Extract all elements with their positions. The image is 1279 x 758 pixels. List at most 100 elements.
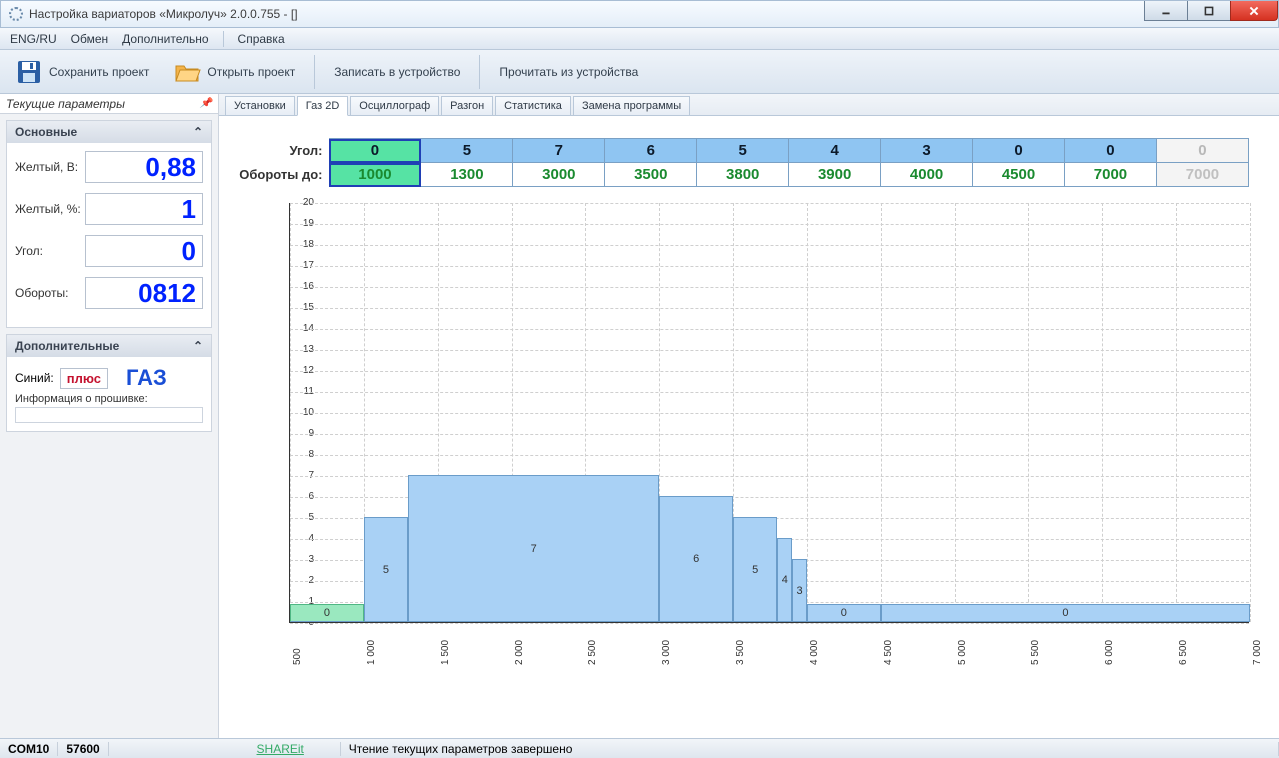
grid-angle-cell[interactable]: 7	[513, 139, 605, 163]
chart-bar: 6	[659, 496, 733, 622]
save-project-button[interactable]: Сохранить проект	[6, 53, 158, 91]
pin-icon[interactable]: 📌	[200, 98, 212, 109]
grid-rpm-cell[interactable]: 1300	[421, 163, 513, 187]
menu-exchange[interactable]: Обмен	[71, 32, 109, 46]
angle-value: 0	[85, 235, 203, 267]
status-com: COM10	[0, 742, 58, 756]
menu-lang[interactable]: ENG/RU	[10, 32, 57, 46]
grid-rpm-label: Обороты до:	[233, 163, 329, 187]
status-message: Чтение текущих параметров завершено	[341, 742, 1279, 756]
write-device-button[interactable]: Записать в устройство	[325, 60, 469, 84]
section-extra-header[interactable]: Дополнительные ⌃	[7, 335, 211, 357]
chart: 01234567891011121314151617181920 0576543…	[289, 203, 1249, 623]
data-grid-table[interactable]: Угол:0576543000Обороты до:10001300300035…	[233, 138, 1249, 187]
grid-rpm-cell[interactable]: 3900	[789, 163, 881, 187]
grid-angle-cell[interactable]: 0	[1065, 139, 1157, 163]
grid-angle-cell[interactable]: 0	[1156, 139, 1248, 163]
grid-angle-cell[interactable]: 5	[697, 139, 789, 163]
chart-bar: 7	[408, 475, 659, 622]
tab-Осциллограф[interactable]: Осциллограф	[350, 96, 439, 115]
blue-value: плюс	[60, 368, 108, 389]
param-yellow-pct: Желтый, %: 1	[15, 193, 203, 225]
grid-rpm-cell[interactable]: 3500	[605, 163, 697, 187]
menubar: ENG/RU Обмен Дополнительно Справка	[0, 28, 1279, 50]
grid-angle-cell[interactable]: 5	[421, 139, 513, 163]
folder-icon	[173, 58, 201, 86]
collapse-icon: ⌃	[193, 339, 203, 353]
read-device-button[interactable]: Прочитать из устройства	[490, 60, 647, 84]
tab-Замена программы[interactable]: Замена программы	[573, 96, 690, 115]
open-project-button[interactable]: Открыть проект	[164, 53, 304, 91]
firmware-info-value	[15, 407, 203, 423]
section-main-title: Основные	[15, 125, 77, 139]
window-title: Настройка вариаторов «Микролуч» 2.0.0.75…	[29, 7, 298, 21]
sidebar: Текущие параметры 📌 Основные ⌃ Желтый, В…	[0, 94, 219, 738]
yellow-pct-value: 1	[85, 193, 203, 225]
status-shareit[interactable]: SHAREit	[221, 742, 341, 756]
chart-bar: 0	[290, 604, 364, 622]
angle-label: Угол:	[15, 244, 83, 258]
grid-angle-cell[interactable]: 0	[973, 139, 1065, 163]
main-area: УстановкиГаз 2DОсциллографРазгонСтатисти…	[219, 94, 1279, 738]
chart-bar: 4	[777, 538, 792, 622]
close-button[interactable]	[1230, 1, 1278, 21]
chart-bar: 5	[364, 517, 408, 622]
grid-angle-cell[interactable]: 6	[605, 139, 697, 163]
open-project-label: Открыть проект	[207, 65, 295, 79]
chart-bar: 0	[807, 604, 881, 622]
app-icon	[9, 7, 23, 21]
save-project-label: Сохранить проект	[49, 65, 149, 79]
menu-help[interactable]: Справка	[238, 32, 285, 46]
firmware-info-label: Информация о прошивке:	[15, 393, 203, 405]
toolbar: Сохранить проект Открыть проект Записать…	[0, 50, 1279, 94]
sidebar-title-label: Текущие параметры	[6, 97, 125, 111]
window-titlebar: Настройка вариаторов «Микролуч» 2.0.0.75…	[0, 0, 1279, 28]
grid-rpm-cell[interactable]: 3800	[697, 163, 789, 187]
blue-label: Синий:	[15, 371, 54, 385]
grid-angle-cell[interactable]: 0	[329, 139, 421, 163]
yellow-pct-label: Желтый, %:	[15, 202, 83, 216]
toolbar-separator	[479, 55, 480, 89]
grid-angle-label: Угол:	[233, 139, 329, 163]
param-yellow-v: Желтый, В: 0,88	[15, 151, 203, 183]
tab-Разгон[interactable]: Разгон	[441, 96, 493, 115]
yellow-v-label: Желтый, В:	[15, 160, 83, 174]
menu-extra[interactable]: Дополнительно	[122, 32, 208, 46]
section-main: Основные ⌃ Желтый, В: 0,88 Желтый, %: 1 …	[6, 120, 212, 328]
param-rpm: Обороты: 0812	[15, 277, 203, 309]
section-main-header[interactable]: Основные ⌃	[7, 121, 211, 143]
tab-Газ 2D[interactable]: Газ 2D	[297, 96, 349, 116]
rpm-label: Обороты:	[15, 286, 83, 300]
grid-rpm-cell[interactable]: 7000	[1156, 163, 1248, 187]
write-device-label: Записать в устройство	[334, 65, 460, 79]
tab-Статистика[interactable]: Статистика	[495, 96, 571, 115]
read-device-label: Прочитать из устройства	[499, 65, 638, 79]
chart-bar: 0	[881, 604, 1250, 622]
tabstrip: УстановкиГаз 2DОсциллографРазгонСтатисти…	[219, 94, 1279, 116]
grid-rpm-cell[interactable]: 7000	[1065, 163, 1157, 187]
tab-Установки[interactable]: Установки	[225, 96, 295, 115]
grid-rpm-cell[interactable]: 1000	[329, 163, 421, 187]
grid-rpm-cell[interactable]: 3000	[513, 163, 605, 187]
param-angle: Угол: 0	[15, 235, 203, 267]
grid-rpm-cell[interactable]: 4500	[973, 163, 1065, 187]
section-extra: Дополнительные ⌃ Синий: плюс ГАЗ Информа…	[6, 334, 212, 432]
grid-angle-cell[interactable]: 4	[789, 139, 881, 163]
grid-rpm-cell[interactable]: 4000	[881, 163, 973, 187]
rpm-value: 0812	[85, 277, 203, 309]
gas-label: ГАЗ	[126, 365, 167, 391]
grid-angle-cell[interactable]: 3	[881, 139, 973, 163]
status-baud: 57600	[58, 742, 108, 756]
minimize-button[interactable]	[1144, 1, 1188, 21]
floppy-icon	[15, 58, 43, 86]
chart-area: 01234567891011121314151617181920 0576543…	[219, 193, 1279, 629]
data-grid: Угол:0576543000Обороты до:10001300300035…	[219, 116, 1279, 193]
chart-bar: 3	[792, 559, 807, 622]
maximize-button[interactable]	[1187, 1, 1231, 21]
chart-bar: 5	[733, 517, 777, 622]
statusbar: COM10 57600 SHAREit Чтение текущих парам…	[0, 738, 1279, 758]
sidebar-title: Текущие параметры 📌	[0, 94, 218, 114]
toolbar-separator	[314, 55, 315, 89]
yellow-v-value: 0,88	[85, 151, 203, 183]
menu-separator	[223, 31, 224, 47]
